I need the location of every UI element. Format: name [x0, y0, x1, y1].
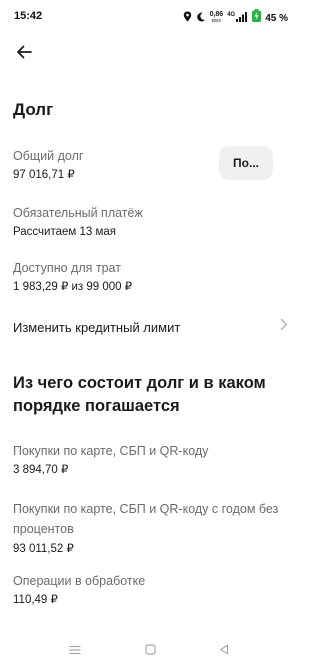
home-nav-button[interactable] [139, 640, 161, 662]
system-nav-bar [0, 636, 300, 667]
mandatory-payment: Обязательный платёж Рассчитаем 13 мая [13, 205, 143, 240]
total-debt-label: Общий долг [13, 149, 84, 163]
square-icon [144, 642, 156, 660]
total-debt-value: 97 016,71 ₽ [13, 169, 75, 181]
pay-button[interactable]: По... [219, 146, 273, 180]
chevron-right-icon [280, 318, 288, 336]
breakdown-item-value: 93 011,52 ₽ [13, 543, 74, 555]
net-speed: 0,86 КВ/S [210, 11, 224, 24]
menu-icon [69, 642, 81, 660]
breakdown-item-label: Операции в обработке [13, 574, 146, 588]
triangle-back-icon [219, 642, 229, 660]
back-button[interactable] [12, 42, 36, 66]
breakdown-item-value: 110,49 ₽ [13, 594, 58, 606]
breakdown-item-label: Покупки по карте, СБП и QR-коду с годом … [13, 502, 279, 536]
page-title: Долг [13, 100, 54, 119]
arrow-left-icon [16, 45, 32, 64]
change-credit-limit-row[interactable]: Изменить кредитный лимит [13, 316, 288, 338]
breakdown-item: Покупки по карте, СБП и QR-коду с годом … [13, 499, 285, 557]
battery-percent: 45 % [265, 12, 288, 24]
total-debt: Общий долг 97 016,71 ₽ [13, 148, 83, 183]
status-bar: 15:42 0,86 КВ/S 4G 45 % [0, 0, 300, 34]
mandatory-payment-label: Обязательный платёж [13, 206, 143, 220]
breakdown-item: Покупки по карте, СБП и QR-коду 3 894,70… [13, 443, 283, 478]
breakdown-title: Из чего состоит долг и в каком порядке п… [13, 374, 266, 415]
signal-icon [236, 9, 248, 27]
net-speed-unit: КВ/S [211, 18, 222, 23]
available-funds-value: 1 983,29 ₽ из 99 000 ₽ [13, 281, 133, 293]
breakdown-item-value: 3 894,70 ₽ [13, 464, 69, 476]
battery-icon [252, 9, 262, 27]
breakdown-item: Операции в обработке 110,49 ₽ [13, 573, 283, 608]
available-funds: Доступно для трат 1 983,29 ₽ из 99 000 ₽ [13, 260, 132, 295]
change-credit-limit-label: Изменить кредитный лимит [13, 319, 181, 335]
breakdown-item-label: Покупки по карте, СБП и QR-коду [13, 444, 209, 458]
menu-nav-button[interactable] [64, 640, 86, 662]
back-nav-button[interactable] [213, 640, 235, 662]
available-funds-label: Доступно для трат [13, 261, 121, 275]
location-icon [183, 9, 192, 27]
network-type: 4G [227, 12, 236, 18]
moon-icon [196, 9, 206, 27]
mandatory-payment-value: Рассчитаем 13 мая [13, 226, 117, 238]
status-time: 15:42 [14, 10, 43, 22]
status-icons: 0,86 КВ/S 4G 45 % [183, 9, 288, 27]
